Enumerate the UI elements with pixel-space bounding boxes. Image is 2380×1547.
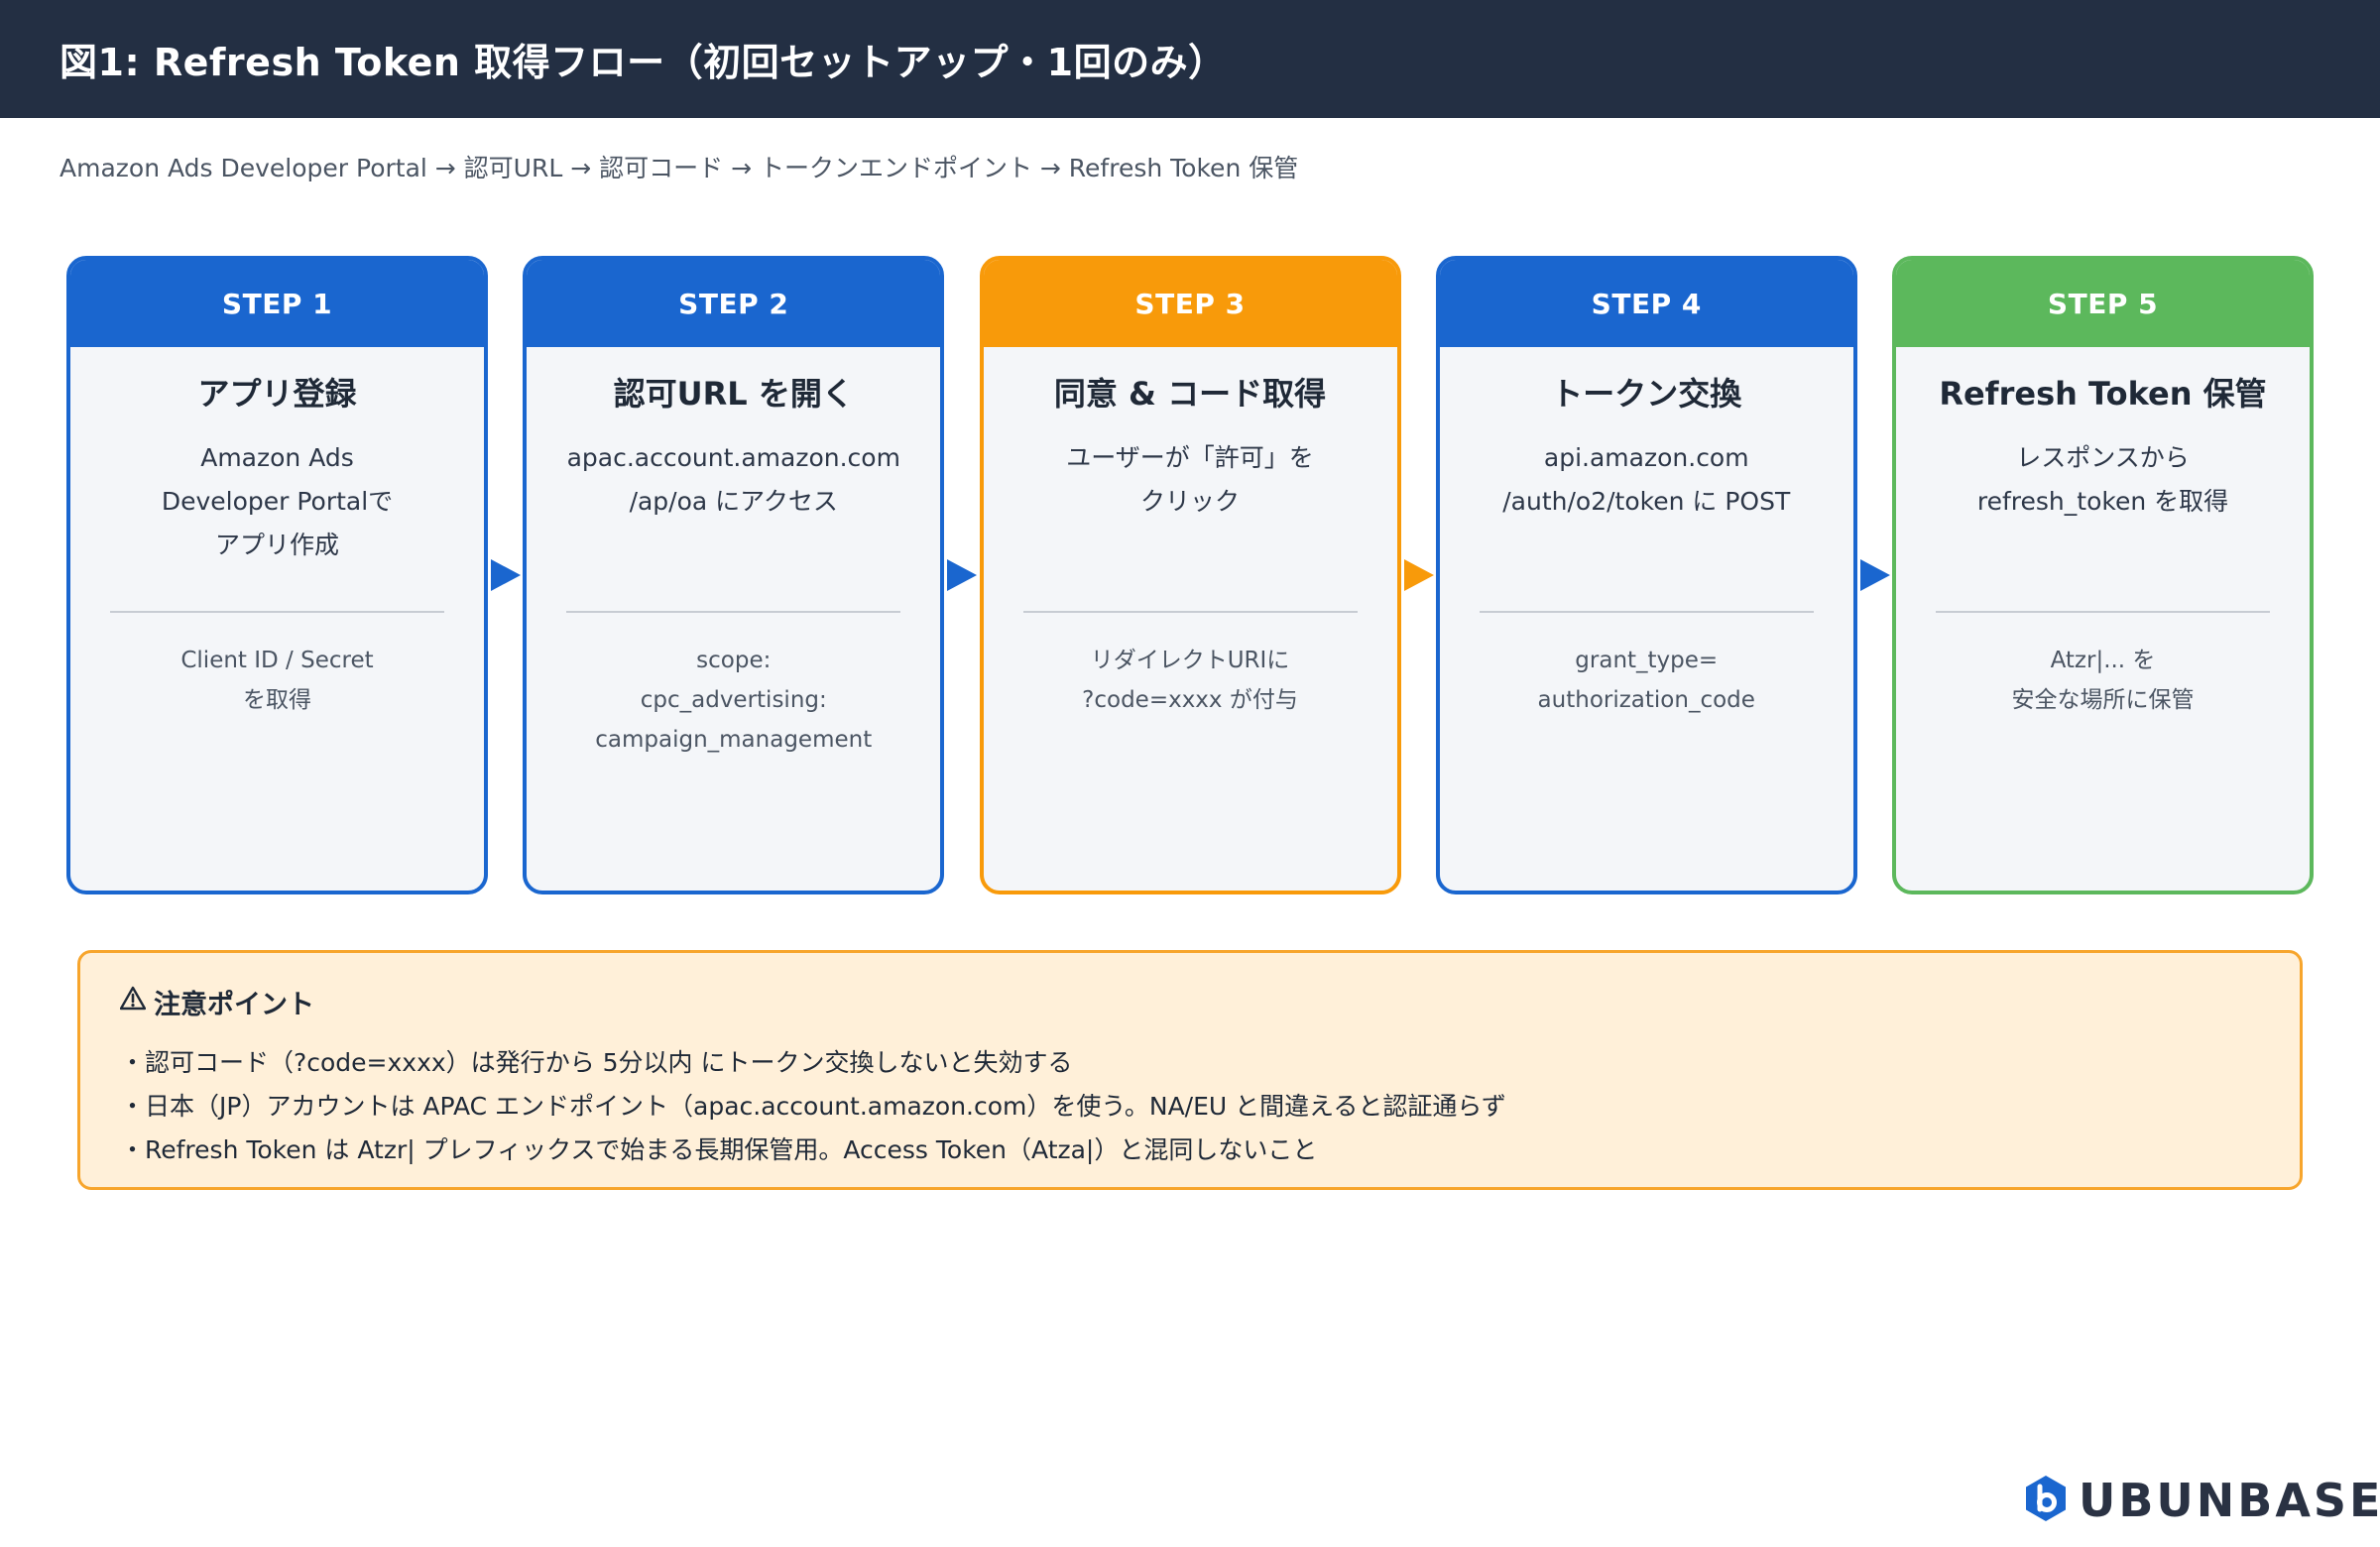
step-description-line: api.amazon.com	[1543, 443, 1749, 472]
step-title: 同意 & コード取得	[1053, 375, 1327, 413]
caution-item: ・日本（JP）アカウントは APAC エンドポイント（apac.account.…	[120, 1092, 1506, 1121]
step-note-line: authorization_code	[1537, 687, 1755, 713]
step-title: Refresh Token 保管	[1939, 375, 2267, 413]
step-label: STEP 2	[527, 260, 941, 347]
step-divider	[566, 611, 901, 613]
step-title: トークン交換	[1551, 375, 1742, 413]
caution-box: 注意ポイント ・認可コード（?code=xxxx）は発行から 5分以内 にトーク…	[77, 950, 2303, 1190]
flow-arrow-icon	[947, 559, 978, 591]
step-note-line: grant_type=	[1575, 648, 1719, 673]
warning-icon	[119, 986, 147, 1018]
step-note-line: ?code=xxxx が付与	[1082, 687, 1298, 713]
step-description: レスポンスから refresh_token を取得	[1896, 436, 2310, 611]
step-description-line: ユーザーが「許可」を	[1066, 443, 1314, 472]
step-note-line: cpc_advertising:	[640, 687, 827, 713]
step-description: api.amazon.com/auth/o2/token に POST	[1440, 436, 1853, 611]
step-card-4: STEP 4 トークン交換 api.amazon.com/auth/o2/token…	[1435, 256, 1857, 894]
step-label: STEP 1	[70, 260, 484, 347]
step-divider	[1022, 611, 1358, 613]
brand-logo: UBUNBASE	[2023, 1474, 2380, 1527]
step-card-2: STEP 2 認可URL を開く apac.account.amazon.com/a…	[523, 256, 945, 894]
step-description-line: Developer Portalで	[161, 487, 394, 516]
step-note-line: campaign_management	[595, 727, 873, 753]
caution-item: ・認可コード（?code=xxxx）は発行から 5分以内 にトークン交換しないと…	[120, 1048, 1073, 1077]
step-flow: STEP 1 アプリ登録 Amazon Ads Developer Portalで アプ…	[66, 256, 2314, 894]
step-note: Client ID / Secret を取得	[70, 641, 484, 720]
step-description-line: /ap/oa にアクセス	[629, 487, 838, 516]
step-card-1: STEP 1 アプリ登録 Amazon Ads Developer Portalで アプ…	[66, 256, 488, 894]
page-title: 図1: Refresh Token 取得フロー（初回セットアップ・1回のみ）	[60, 41, 1227, 84]
ubunbase-logo-icon	[2023, 1474, 2069, 1527]
step-description-line: Amazon Ads	[200, 443, 354, 472]
step-note-line: 安全な場所に保管	[2011, 687, 2195, 713]
step-note-line: リダイレクトURIに	[1090, 648, 1290, 673]
step-description: Amazon Ads Developer Portalで アプリ作成	[70, 436, 484, 611]
step-divider	[110, 611, 444, 613]
step-divider	[1936, 611, 2270, 613]
step-note: Atzr|... を安全な場所に保管	[1896, 641, 2310, 720]
caution-heading: 注意ポイント	[119, 983, 2260, 1021]
step-description-line: レスポンスから	[2016, 443, 2190, 472]
flow-arrow-icon	[491, 559, 521, 591]
step-description: apac.account.amazon.com/ap/oa にアクセス	[527, 436, 940, 611]
step-card-3: STEP 3 同意 & コード取得ユーザーが「許可」を クリックリダイレクトURIに…	[979, 256, 1401, 894]
step-note-line: を取得	[243, 687, 311, 713]
caution-list: ・認可コード（?code=xxxx）は発行から 5分以内 にトークン交換しないと…	[120, 1041, 2260, 1172]
step-description: ユーザーが「許可」を クリック	[984, 436, 1397, 611]
step-note-line: scope:	[696, 648, 772, 673]
step-label: STEP 5	[1896, 260, 2310, 347]
step-title: 認可URL を開く	[613, 375, 854, 413]
step-card-5: STEP 5 Refresh Token 保管レスポンスから refresh_tok…	[1892, 256, 2314, 894]
step-divider	[1479, 611, 1814, 613]
step-note-line: Atzr|... を	[2050, 648, 2156, 673]
step-description-line: クリック	[1139, 487, 1240, 516]
step-label: STEP 3	[983, 260, 1397, 347]
step-label: STEP 4	[1439, 260, 1853, 347]
flow-subtitle: Amazon Ads Developer Portal → 認可URL → 認可…	[60, 154, 1299, 182]
step-description-line: apac.account.amazon.com	[566, 443, 900, 472]
flow-arrow-icon	[1859, 559, 1890, 591]
flow-arrow-icon	[1403, 559, 1434, 591]
step-note: grant_type= authorization_code	[1440, 641, 1853, 720]
caution-title: 注意ポイント	[154, 990, 314, 1020]
caution-item: ・Refresh Token は Atzr| プレフィックスで始まる長期保管用。…	[120, 1135, 1318, 1164]
logo-text: UBUNBASE	[2079, 1474, 2380, 1527]
step-note-line: Client ID / Secret	[180, 648, 374, 673]
step-note: リダイレクトURIに ?code=xxxx が付与	[984, 641, 1397, 720]
step-description-line: refresh_token を取得	[1976, 487, 2229, 516]
title-bar: 図1: Refresh Token 取得フロー（初回セットアップ・1回のみ）	[0, 0, 2380, 118]
step-description-line: アプリ作成	[214, 531, 339, 559]
step-description-line: /auth/o2/token に POST	[1502, 487, 1791, 516]
step-note: scope: cpc_advertising: campaign_managemen…	[527, 641, 940, 760]
step-title: アプリ登録	[197, 375, 357, 413]
